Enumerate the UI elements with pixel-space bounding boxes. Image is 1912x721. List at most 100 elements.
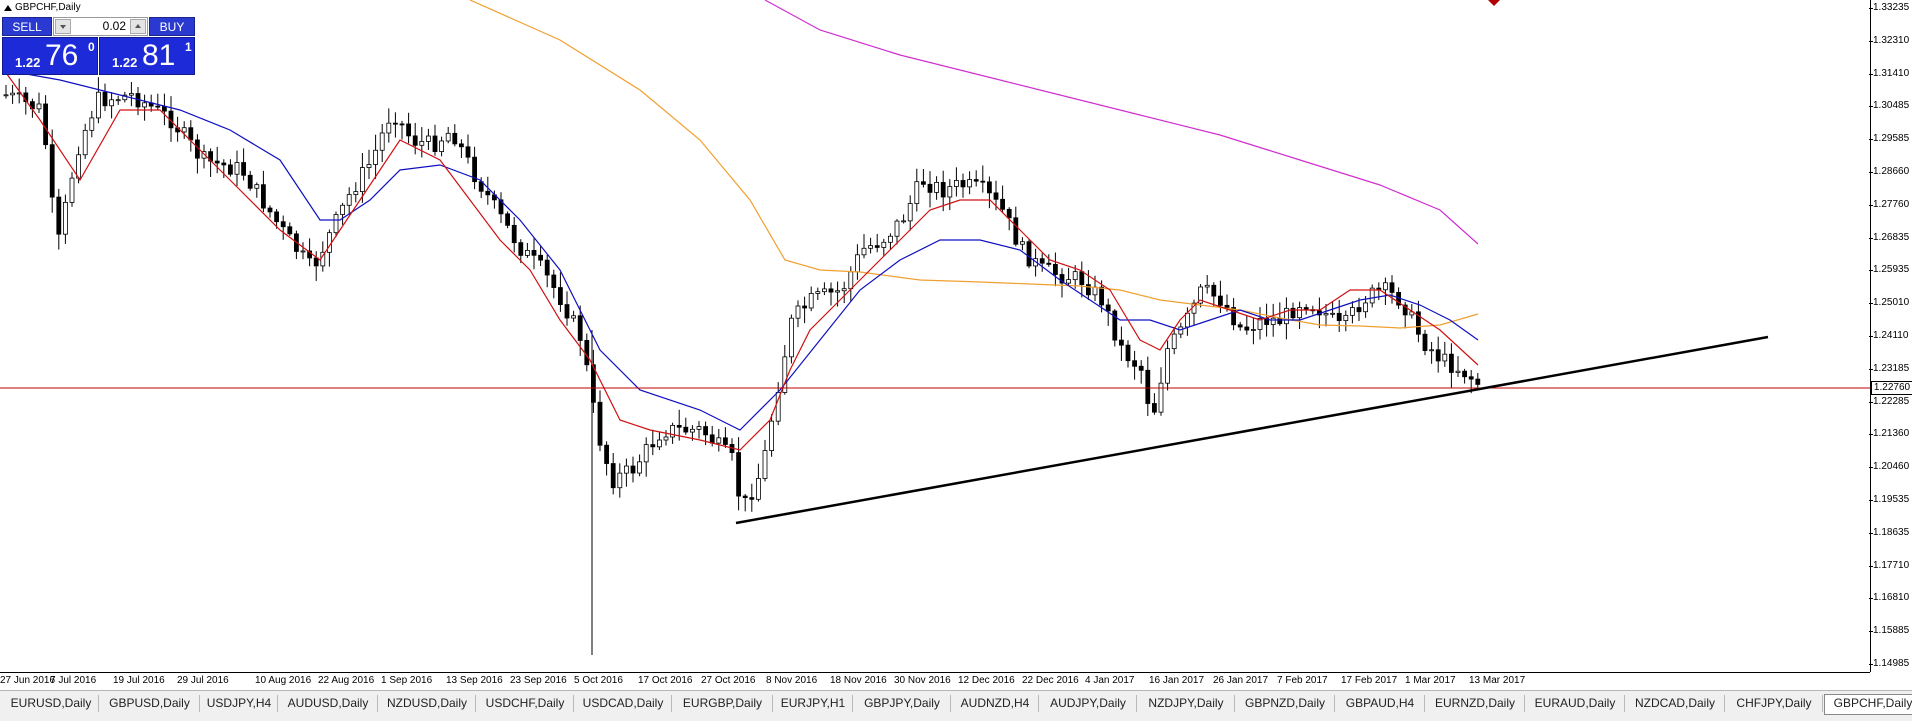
candle-body: [993, 192, 999, 200]
candle-body: [1013, 217, 1019, 245]
price-tick-label: 1.22285: [1868, 395, 1910, 407]
date-tick-label: 30 Nov 2016: [894, 675, 951, 686]
lot-decrease-icon[interactable]: [55, 19, 71, 34]
candle-body: [1237, 324, 1243, 328]
chart-tab[interactable]: AUDJPY,Daily: [1040, 695, 1137, 712]
price-tick-label: 1.21360: [1868, 428, 1910, 440]
chart-tab[interactable]: CHFJPY,Daily: [1726, 695, 1823, 712]
chart-tab[interactable]: EURGBP,Daily: [673, 695, 773, 712]
chart-tab[interactable]: GBPAUD,H4: [1336, 695, 1425, 712]
price-chart[interactable]: [0, 0, 1870, 672]
chart-tab[interactable]: NZDJPY,Daily: [1138, 695, 1235, 712]
chart-tab[interactable]: NZDUSD,Daily: [379, 695, 476, 712]
date-tick-label: 10 Aug 2016: [255, 675, 312, 686]
candle-body: [366, 164, 372, 168]
chart-tab[interactable]: EURNZD,Daily: [1426, 695, 1525, 712]
one-click-trading-panel: SELL 0.02 BUY 1.22 76 0 1.22 81 1: [2, 17, 195, 75]
date-tick-label: 29 Jul 2016: [177, 675, 229, 686]
chart-tab[interactable]: GBPCHF,Daily: [1824, 694, 1912, 715]
date-tick-label: 13 Mar 2017: [1469, 675, 1526, 686]
candle-body: [1356, 307, 1362, 313]
chart-tab[interactable]: EURAUD,Daily: [1526, 695, 1625, 712]
candle-body: [1303, 307, 1309, 311]
candle-body: [439, 140, 445, 152]
candle-body: [1099, 286, 1104, 306]
chart-tab[interactable]: USDJPY,H4: [201, 695, 278, 712]
date-tick-label: 22 Aug 2016: [318, 675, 375, 686]
candle-body: [260, 184, 266, 209]
candle-body: [340, 204, 346, 215]
candle-body: [452, 132, 458, 145]
candle-body: [214, 160, 220, 164]
date-tick-label: 23 Sep 2016: [510, 675, 567, 686]
candle-body: [1468, 376, 1474, 380]
candle-body: [1277, 317, 1283, 325]
candle-body: [1178, 326, 1184, 335]
candle-body: [1185, 312, 1190, 328]
candle-body: [967, 179, 972, 188]
chart-tab[interactable]: AUDUSD,Daily: [279, 695, 378, 712]
candle-body: [445, 132, 451, 142]
candle-body: [425, 135, 431, 142]
sell-button[interactable]: SELL: [2, 17, 52, 36]
candle-body: [458, 143, 464, 148]
candle-body: [901, 220, 906, 223]
ask-quote-button[interactable]: 1.22 81 1: [99, 37, 195, 75]
collapse-triangle-icon[interactable]: [4, 4, 12, 11]
candle-body: [1244, 326, 1250, 331]
chart-tab[interactable]: GBPNZD,Daily: [1236, 695, 1335, 712]
candle-body: [188, 127, 194, 141]
candle-body: [227, 164, 233, 175]
price-tick-label: 1.33235: [1868, 2, 1910, 13]
candle-body: [96, 91, 101, 119]
bid-quote-button[interactable]: 1.22 76 0: [2, 37, 98, 75]
candle-body: [769, 420, 774, 451]
candle-body: [762, 450, 768, 479]
candle-body: [525, 250, 530, 256]
date-tick-label: 26 Jan 2017: [1213, 675, 1269, 686]
candle-body: [868, 245, 873, 249]
price-axis[interactable]: 1.33235 1.32310 1.31410 1.30485 1.29585 1.286…: [1868, 0, 1912, 672]
candle-body: [102, 91, 108, 107]
candle-body: [373, 149, 379, 165]
chart-tab[interactable]: EURJPY,H1: [774, 695, 853, 712]
date-tick-label: 5 Oct 2016: [574, 675, 623, 686]
candle-body: [723, 437, 728, 445]
chart-tab[interactable]: EURUSD,Daily: [4, 695, 99, 712]
lot-increase-icon[interactable]: [130, 19, 146, 34]
chart-tab[interactable]: AUDNZD,H4: [952, 695, 1039, 712]
chart-title: GBPCHF,Daily: [4, 2, 81, 13]
price-tick-label: 1.17710: [1868, 559, 1910, 571]
lot-size-input[interactable]: 0.02: [53, 17, 148, 36]
lot-size-value[interactable]: 0.02: [72, 19, 129, 34]
candle-body: [56, 196, 62, 235]
candle-body: [736, 452, 741, 497]
candle-body: [128, 93, 134, 96]
candle-body: [419, 141, 425, 146]
buy-button[interactable]: BUY: [149, 17, 195, 36]
chart-tab[interactable]: USDCAD,Daily: [575, 695, 672, 712]
candle-body: [538, 254, 543, 261]
candle-body: [326, 232, 332, 253]
candle-body: [155, 105, 161, 108]
date-tick-label: 18 Nov 2016: [830, 675, 887, 686]
candle-body: [716, 437, 722, 444]
candle-body: [465, 146, 471, 158]
chart-area[interactable]: GBPCHF,Daily SELL 0.02 BUY 1.22 76 0 1.2…: [0, 0, 1870, 673]
date-tick-label: 13 Sep 2016: [446, 675, 503, 686]
chart-tab[interactable]: NZDCAD,Daily: [1626, 695, 1725, 712]
candle-body: [313, 257, 319, 267]
date-axis[interactable]: 27 Jun 2016 7 Jul 2016 19 Jul 2016 29 Jul 2…: [0, 673, 1870, 689]
candle-body: [115, 99, 121, 102]
candle-body: [1026, 241, 1032, 267]
chart-tab[interactable]: GBPJPY,Daily: [854, 695, 951, 712]
candle-body: [254, 184, 260, 189]
chart-tab[interactable]: GBPUSD,Daily: [100, 695, 200, 712]
candle-body: [874, 245, 880, 248]
price-tick-label: 1.24110: [1868, 330, 1909, 341]
candle-body: [76, 154, 81, 179]
candle-body: [558, 287, 563, 305]
candle-body: [1138, 365, 1144, 371]
candle-body: [921, 181, 926, 185]
chart-tab[interactable]: USDCHF,Daily: [477, 695, 574, 712]
